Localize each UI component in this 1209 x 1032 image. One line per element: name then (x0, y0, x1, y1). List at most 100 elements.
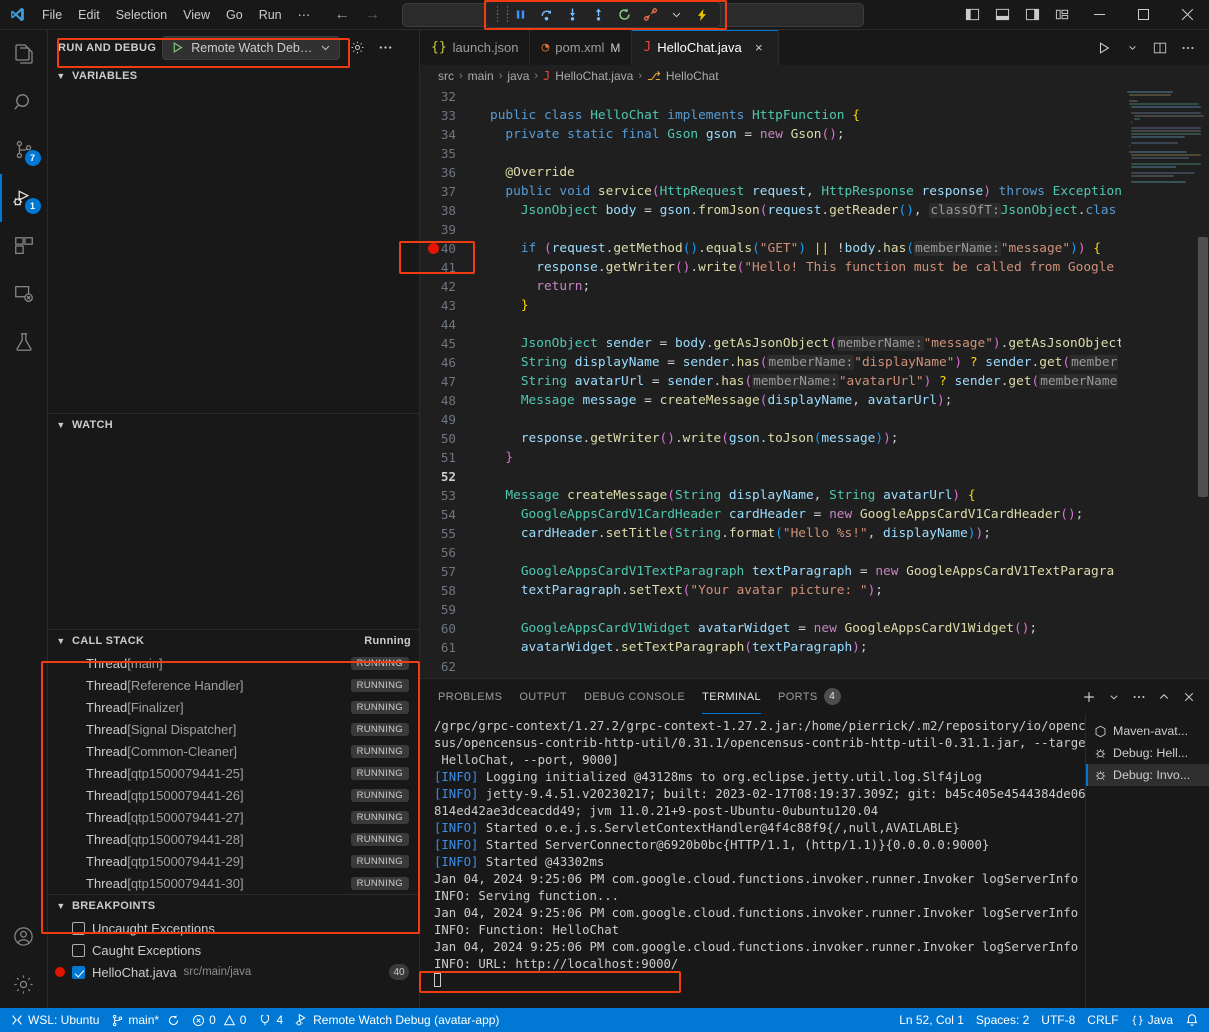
code-line[interactable]: 42 return; (420, 277, 1121, 296)
terminal-list-item[interactable]: Debug: Hell... (1086, 742, 1209, 764)
breadcrumb-item[interactable]: main (468, 69, 494, 83)
more-icon[interactable] (1127, 685, 1151, 709)
call-stack-thread[interactable]: Thread [Finalizer]RUNNING (48, 696, 419, 718)
watch-pane-header[interactable]: ▼ WATCH (48, 414, 419, 436)
code-line[interactable]: 50 response.getWriter().write(gson.toJso… (420, 429, 1121, 448)
step-over-button[interactable] (534, 4, 558, 26)
status-indentation[interactable]: Spaces: 2 (970, 1008, 1035, 1032)
breakpoint-checkbox[interactable] (72, 966, 85, 979)
activity-testing[interactable] (0, 318, 48, 366)
breadcrumb-item[interactable]: src (438, 69, 454, 83)
call-stack-thread[interactable]: Thread [Signal Dispatcher]RUNNING (48, 718, 419, 740)
code-line[interactable]: 62 (420, 657, 1121, 676)
code-line[interactable]: 52 (420, 467, 1121, 486)
chevron-down-icon[interactable] (1102, 685, 1126, 709)
maximize-panel-icon[interactable] (1152, 685, 1176, 709)
code-line[interactable]: 48 Message message = createMessage(displ… (420, 391, 1121, 410)
toggle-secondary-sidebar-icon[interactable] (1017, 0, 1047, 30)
close-button[interactable] (1165, 0, 1209, 30)
code-line[interactable]: 55 cardHeader.setTitle(String.format("He… (420, 524, 1121, 543)
minimap[interactable] (1121, 87, 1209, 678)
activity-explorer[interactable] (0, 30, 48, 78)
panel-tab[interactable]: PROBLEMS (438, 679, 502, 714)
editor-vertical-scrollbar[interactable] (1195, 87, 1209, 678)
code-line[interactable]: 53 Message createMessage(String displayN… (420, 486, 1121, 505)
code-line[interactable]: 35 (420, 144, 1121, 163)
code-line[interactable]: 61 avatarWidget.setTextParagraph(textPar… (420, 638, 1121, 657)
code-line[interactable]: 47 String avatarUrl = sender.has(memberN… (420, 372, 1121, 391)
breakpoint-item[interactable]: HelloChat.javasrc/main/java40 (48, 961, 419, 983)
code-line[interactable]: 34 private static final Gson gson = new … (420, 125, 1121, 144)
breadcrumb-item[interactable]: HelloChat (666, 69, 719, 83)
menu-file[interactable]: File (34, 5, 70, 25)
variables-pane-header[interactable]: ▼ VARIABLES (48, 65, 419, 87)
code-line[interactable]: 46 String displayName = sender.has(membe… (420, 353, 1121, 372)
restart-button[interactable] (612, 4, 636, 26)
panel-tab[interactable]: OUTPUT (519, 679, 567, 714)
call-stack-thread[interactable]: Thread [qtp1500079441-29]RUNNING (48, 850, 419, 872)
split-editor-button[interactable] (1147, 35, 1173, 61)
scrollbar-thumb[interactable] (1198, 237, 1208, 497)
breakpoint-item[interactable]: Caught Exceptions (48, 939, 419, 961)
breadcrumb-item[interactable]: java (507, 69, 529, 83)
editor-tab[interactable]: {}launch.json (420, 30, 530, 65)
activity-manage-settings[interactable] (0, 960, 48, 1008)
editor-tab[interactable]: ◔pom.xmlM (530, 30, 632, 65)
breadcrumb-item[interactable]: HelloChat.java (555, 69, 633, 83)
disconnect-button[interactable] (638, 4, 662, 26)
code-line[interactable]: 33public class HelloChat implements Http… (420, 106, 1121, 125)
maximize-button[interactable] (1121, 0, 1165, 30)
call-stack-thread[interactable]: Thread [qtp1500079441-27]RUNNING (48, 806, 419, 828)
activity-remote-explorer[interactable] (0, 270, 48, 318)
terminal-list-item[interactable]: Debug: Invo... (1086, 764, 1209, 786)
code-line[interactable]: 36 @Override (420, 163, 1121, 182)
run-button[interactable] (1091, 35, 1117, 61)
code-line[interactable]: 38 JsonObject body = gson.fromJson(reque… (420, 201, 1121, 220)
gutter-breakpoint-icon[interactable] (428, 243, 439, 254)
code-line[interactable]: 57 GoogleAppsCardV1TextParagraph textPar… (420, 562, 1121, 581)
more-actions-button[interactable] (1175, 35, 1201, 61)
menu-selection[interactable]: Selection (108, 5, 175, 25)
arrow-left-icon[interactable]: ← (334, 7, 350, 23)
code-line[interactable]: 54 GoogleAppsCardV1CardHeader cardHeader… (420, 505, 1121, 524)
call-stack-thread[interactable]: Thread [Reference Handler]RUNNING (48, 674, 419, 696)
code-line[interactable]: 63 GoogleAppsCardV1Image image = new Goo… (420, 676, 1121, 678)
call-stack-thread[interactable]: Thread [qtp1500079441-30]RUNNING (48, 872, 419, 894)
activity-run-and-debug[interactable]: 1 (0, 174, 48, 222)
menu-view[interactable]: View (175, 5, 218, 25)
new-terminal-icon[interactable] (1077, 685, 1101, 709)
call-stack-thread[interactable]: Thread [qtp1500079441-25]RUNNING (48, 762, 419, 784)
status-branch[interactable]: main* (105, 1008, 186, 1032)
status-remote-indicator[interactable]: WSL: Ubuntu (4, 1008, 105, 1032)
code-line[interactable]: 51 } (420, 448, 1121, 467)
code-line[interactable]: 40 if (request.getMethod().equals("GET")… (420, 239, 1121, 258)
code-line[interactable]: 45 JsonObject sender = body.getAsJsonObj… (420, 334, 1121, 353)
close-panel-icon[interactable] (1177, 685, 1201, 709)
menu-go[interactable]: Go (218, 5, 251, 25)
status-eol[interactable]: CRLF (1081, 1008, 1124, 1032)
call-stack-thread[interactable]: Thread [qtp1500079441-28]RUNNING (48, 828, 419, 850)
code-line[interactable]: 44 (420, 315, 1121, 334)
toggle-primary-sidebar-icon[interactable] (957, 0, 987, 30)
launch-configuration-select[interactable]: Remote Watch Debug (162, 36, 340, 60)
tab-close-icon[interactable]: × (751, 40, 767, 55)
code-line[interactable]: 41 response.getWriter().write("Hello! Th… (420, 258, 1121, 277)
status-cursor-position[interactable]: Ln 52, Col 1 (893, 1008, 970, 1032)
terminal-prompt[interactable] (434, 973, 1085, 990)
code-line[interactable]: 56 (420, 543, 1121, 562)
customize-layout-icon[interactable] (1047, 0, 1077, 30)
status-encoding[interactable]: UTF-8 (1035, 1008, 1081, 1032)
code-editor[interactable]: 3233public class HelloChat implements Ht… (420, 87, 1209, 678)
activity-search[interactable] (0, 78, 48, 126)
arrow-right-icon[interactable]: → (364, 7, 380, 23)
code-line[interactable]: 37 public void service(HttpRequest reque… (420, 182, 1121, 201)
breakpoints-pane-header[interactable]: ▼ BREAKPOINTS (48, 895, 419, 917)
status-debug-session[interactable]: Remote Watch Debug (avatar-app) (289, 1008, 505, 1032)
pause-button[interactable] (508, 4, 532, 26)
call-stack-thread[interactable]: Thread [qtp1500079441-26]RUNNING (48, 784, 419, 806)
code-line[interactable]: 58 textParagraph.setText("Your avatar pi… (420, 581, 1121, 600)
more-icon[interactable] (374, 37, 396, 59)
code-line[interactable]: 59 (420, 600, 1121, 619)
panel-tab[interactable]: DEBUG CONSOLE (584, 679, 685, 714)
call-stack-thread[interactable]: Thread [main]RUNNING (48, 652, 419, 674)
